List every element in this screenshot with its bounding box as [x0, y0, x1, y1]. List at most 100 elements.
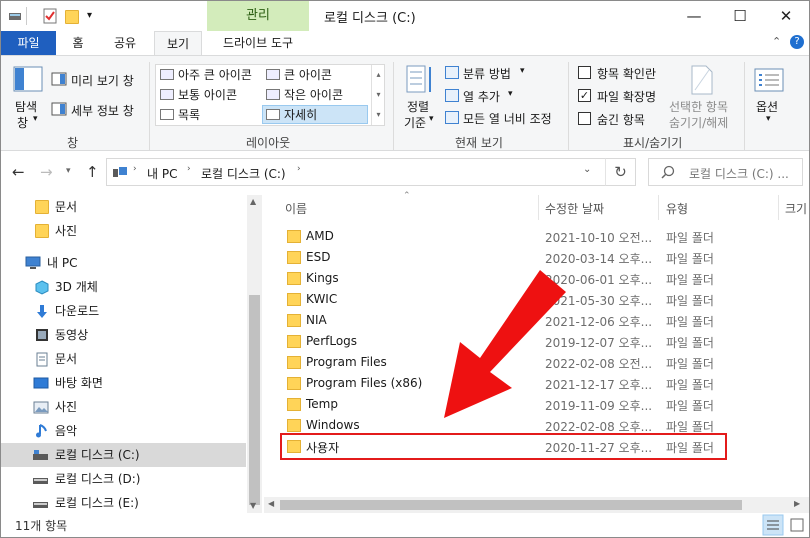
group-separator — [568, 62, 569, 150]
up-arrow-icon[interactable]: ↑ — [86, 163, 99, 181]
search-box[interactable]: 로컬 디스크 (C:) ... — [648, 158, 803, 186]
size-all-columns-button[interactable]: 모든 열 너비 조정 — [463, 110, 552, 127]
navigation-pane-icon[interactable] — [13, 66, 43, 94]
horizontal-scrollbar[interactable]: ◀ ▶ — [264, 497, 809, 513]
address-bar[interactable]: › 내 PC › 로컬 디스크 (C:) › ⌄ — [106, 158, 636, 186]
file-type: 파일 폴더 — [666, 357, 714, 371]
back-arrow-icon[interactable]: ← — [12, 163, 25, 181]
refresh-button[interactable]: ↻ — [605, 158, 636, 186]
options-dropdown-icon[interactable]: ▾ — [766, 114, 771, 124]
column-header-name[interactable]: 이름 — [285, 200, 307, 217]
column-divider[interactable] — [538, 195, 539, 220]
nav-pane-label[interactable]: 탐색 — [15, 98, 37, 115]
nav-item-pictures[interactable]: 사진 — [1, 395, 246, 419]
forward-arrow-icon[interactable]: → — [40, 163, 53, 181]
minimize-button[interactable]: — — [671, 1, 717, 31]
drive-icon[interactable] — [7, 8, 23, 24]
sort-by-label[interactable]: 정렬 — [407, 98, 429, 115]
recent-locations-icon[interactable]: ▾ — [66, 166, 71, 176]
add-columns-button[interactable]: 열 추가 — [463, 88, 500, 105]
item-checkboxes-checkbox[interactable] — [578, 66, 591, 79]
maximize-button[interactable]: ☐ — [717, 1, 763, 31]
file-extensions-label[interactable]: 파일 확장명 — [597, 88, 656, 105]
add-columns-dropdown-icon[interactable]: ▾ — [508, 89, 513, 99]
sort-by-icon[interactable] — [405, 64, 435, 96]
ribbon-collapse-icon[interactable]: ⌃ — [772, 35, 781, 48]
column-divider[interactable] — [778, 195, 779, 220]
context-tab-manage[interactable]: 관리 — [207, 1, 309, 31]
column-divider[interactable] — [658, 195, 659, 220]
breadcrumb-separator-icon: › — [297, 164, 301, 174]
nav-item-this-pc[interactable]: 내 PC — [1, 251, 246, 275]
extra-large-icons-icon — [160, 69, 174, 80]
options-icon[interactable] — [754, 68, 784, 94]
sort-by-label-2[interactable]: 기준 — [404, 114, 426, 131]
tab-drive-tools[interactable]: 드라이브 도구 — [208, 31, 308, 55]
help-icon[interactable]: ? — [790, 35, 804, 49]
column-header-type[interactable]: 유형 — [666, 200, 688, 217]
layout-small[interactable]: 작은 아이콘 — [284, 86, 343, 103]
group-separator — [393, 62, 394, 150]
group-separator — [149, 62, 150, 150]
column-header-size[interactable]: 크기 — [785, 200, 807, 217]
nav-item-label: 다운로드 — [55, 304, 100, 318]
scroll-up-icon[interactable]: ▲ — [250, 197, 256, 206]
quick-access-dropdown-icon[interactable]: ▾ — [87, 10, 92, 21]
preview-pane-button[interactable]: 미리 보기 창 — [71, 72, 134, 89]
nav-item-documents[interactable]: 문서 — [1, 347, 246, 371]
breadcrumb-local-disk[interactable]: 로컬 디스크 (C:) — [201, 165, 286, 182]
hidden-items-label[interactable]: 숨긴 항목 — [597, 111, 645, 128]
nav-item-documents-quick[interactable]: 문서 — [1, 195, 246, 219]
list-item[interactable]: AMD 2021-10-10 오전... 파일 폴더 — [282, 226, 732, 247]
details-pane-button[interactable]: 세부 정보 창 — [71, 102, 134, 119]
tab-view[interactable]: 보기 — [154, 31, 202, 56]
tab-file[interactable]: 파일 — [1, 31, 56, 55]
breadcrumb-this-pc[interactable]: 내 PC — [147, 165, 177, 182]
nav-item-videos[interactable]: 동영상 — [1, 323, 246, 347]
close-button[interactable]: ✕ — [763, 1, 809, 31]
address-dropdown-icon[interactable]: ⌄ — [583, 164, 591, 175]
nav-item-downloads[interactable]: 다운로드 — [1, 299, 246, 323]
item-checkboxes-label[interactable]: 항목 확인란 — [597, 65, 656, 82]
large-icons-view-icon[interactable] — [786, 514, 808, 536]
group-by-dropdown-icon[interactable]: ▾ — [520, 66, 525, 76]
hide-selected-icon — [691, 65, 713, 95]
nav-item-desktop[interactable]: 바탕 화면 — [1, 371, 246, 395]
layout-scroll-icon[interactable]: ▴ ▾ ▾ — [371, 65, 385, 125]
details-view-icon[interactable] — [762, 514, 784, 536]
nav-item-music[interactable]: 음악 — [1, 419, 246, 443]
nav-pane-dropdown-icon[interactable]: ▾ — [33, 114, 38, 124]
nav-item-local-disk-d[interactable]: 로컬 디스크 (D:) — [1, 467, 246, 491]
layout-large[interactable]: 큰 아이콘 — [284, 66, 332, 83]
file-extensions-checkbox[interactable]: ✓ — [578, 89, 591, 102]
sort-dropdown-icon[interactable]: ▾ — [429, 114, 434, 124]
picture-icon — [33, 401, 49, 414]
scroll-right-icon[interactable]: ▶ — [794, 499, 800, 508]
new-folder-icon[interactable] — [65, 10, 79, 24]
tab-share[interactable]: 공유 — [101, 31, 149, 55]
layout-details[interactable]: 자세히 — [284, 106, 317, 123]
options-button[interactable]: 옵션 — [756, 98, 778, 115]
nav-item-label: 로컬 디스크 (C:) — [55, 448, 140, 462]
properties-icon[interactable] — [42, 8, 58, 24]
nav-pane-scrollbar[interactable]: ▲ ▼ — [247, 195, 262, 513]
hidden-items-checkbox[interactable] — [578, 112, 591, 125]
group-by-button[interactable]: 분류 방법 — [463, 65, 511, 82]
file-name: AMD — [306, 229, 334, 243]
horizontal-scroll-thumb[interactable] — [280, 500, 742, 510]
scroll-thumb[interactable] — [249, 295, 260, 505]
tab-home[interactable]: 홈 — [59, 31, 97, 55]
nav-item-3d-objects[interactable]: 3D 개체 — [1, 275, 246, 299]
scroll-left-icon[interactable]: ◀ — [268, 499, 274, 508]
nav-item-pictures-quick[interactable]: 사진 — [1, 219, 246, 243]
layout-medium[interactable]: 보통 아이콘 — [178, 86, 237, 103]
layout-gallery: 아주 큰 아이콘 큰 아이콘 보통 아이콘 작은 아이콘 목록 자세히 ▴ ▾ ▾ — [155, 64, 385, 126]
scroll-down-icon[interactable]: ▼ — [250, 501, 256, 510]
nav-item-local-disk-c[interactable]: 로컬 디스크 (C:) — [1, 443, 246, 467]
layout-list[interactable]: 목록 — [178, 106, 200, 123]
highlight-box — [280, 433, 727, 460]
column-header-date[interactable]: 수정한 날짜 — [545, 200, 604, 217]
nav-pane-label-2[interactable]: 창 — [17, 114, 28, 131]
nav-item-local-disk-e[interactable]: 로컬 디스크 (E:) — [1, 491, 246, 515]
layout-extra-large[interactable]: 아주 큰 아이콘 — [178, 66, 252, 83]
